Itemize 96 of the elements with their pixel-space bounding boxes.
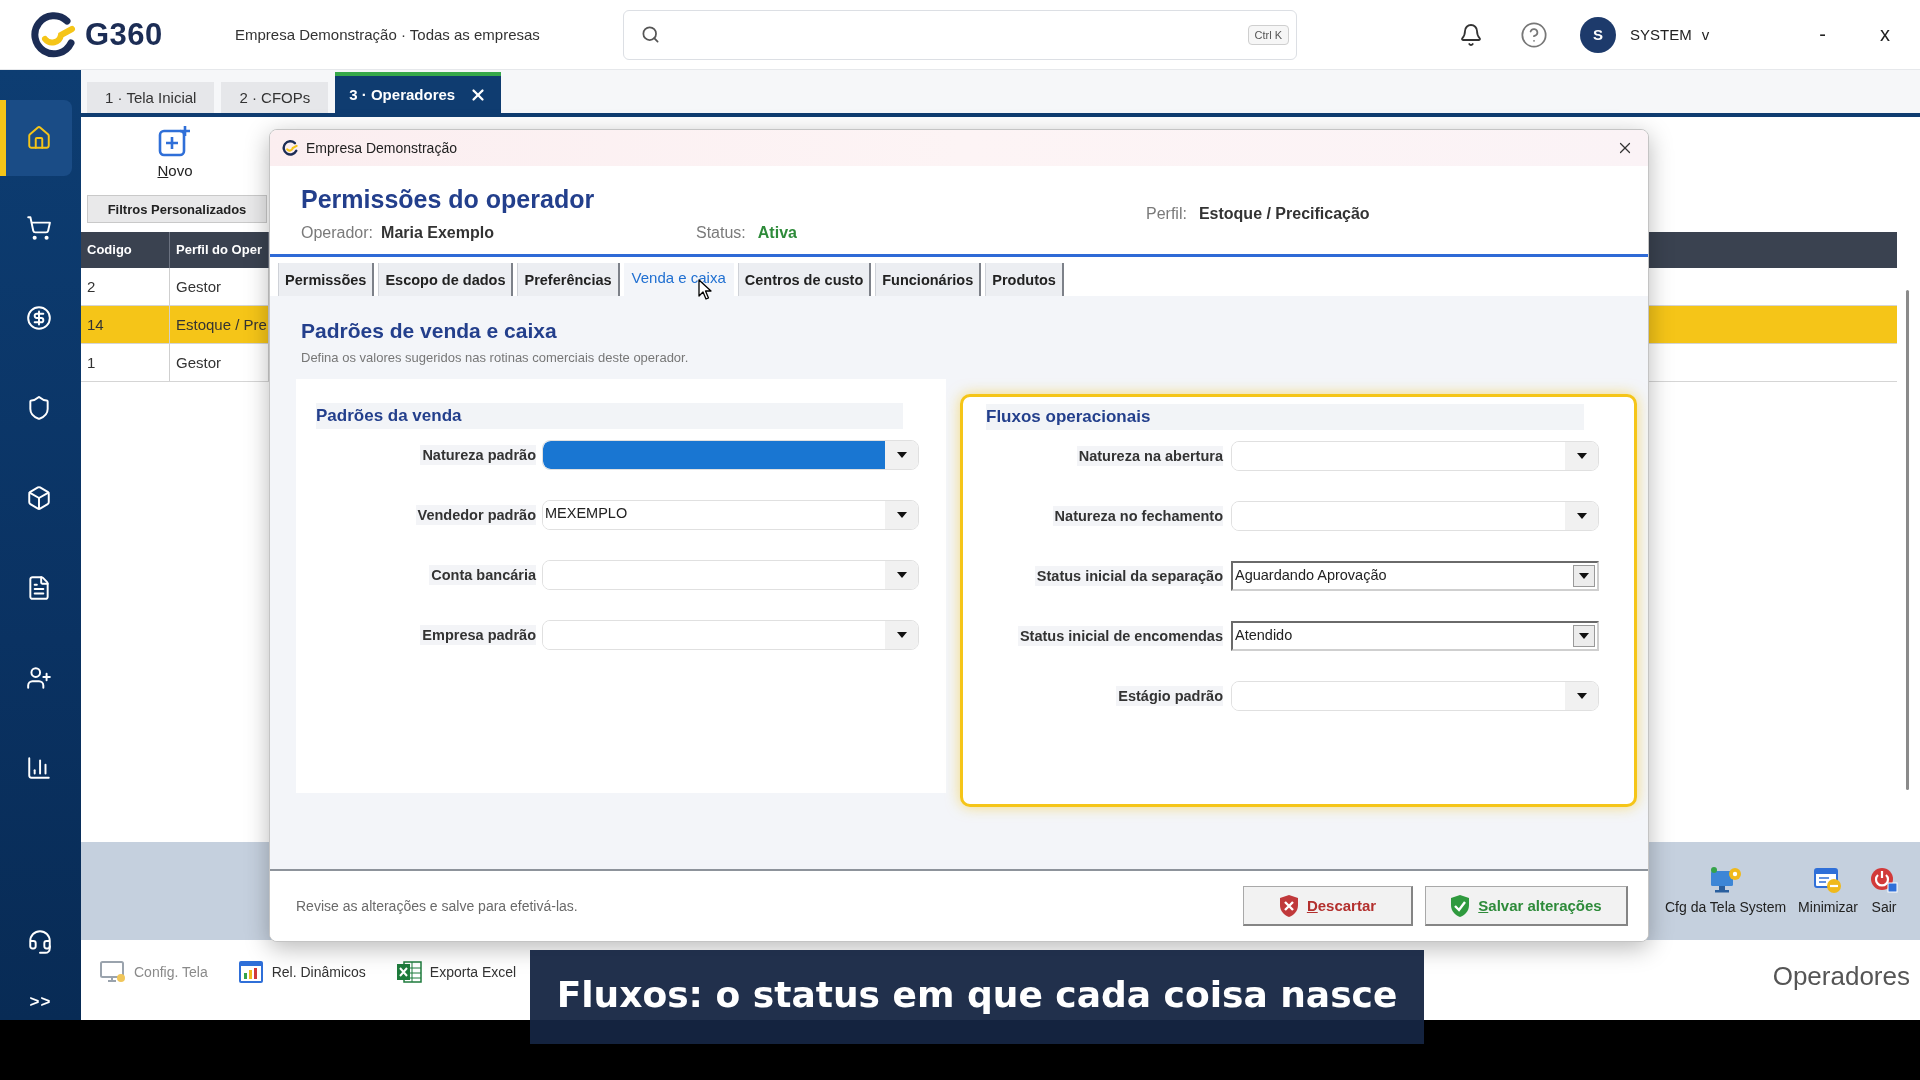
screen-title: Operadores — [1772, 960, 1910, 993]
shield-x-icon — [1278, 893, 1299, 918]
dropdown-field[interactable]: Aguardando Aprovação — [1231, 561, 1599, 591]
dropdown-caret-icon — [1576, 513, 1587, 519]
headset-icon — [27, 929, 53, 955]
tab[interactable]: Funcionários — [875, 263, 982, 296]
home-icon — [26, 125, 52, 151]
dropdown-field[interactable] — [1231, 441, 1599, 471]
field-label: Vendedor padrão — [415, 505, 536, 525]
field-label: Natureza no fechamento — [1052, 506, 1223, 526]
profile-label: Perfil: — [1146, 204, 1187, 224]
dropdown-caret-icon — [896, 512, 907, 518]
spreadsheet-icon — [395, 960, 422, 984]
logo-icon — [30, 11, 76, 58]
add-user-icon — [26, 665, 52, 691]
section-description: Defina os valores sugeridos nas rotinas comerciais deste operador. — [301, 350, 690, 366]
bar-chart-icon — [26, 755, 52, 781]
dialog-title: Empresa Demonstração — [306, 140, 457, 156]
tab[interactable]: 1 · Tela Inicial — [87, 82, 215, 113]
monitor-icon — [100, 960, 126, 984]
save-button[interactable]: Salvar alterações — [1425, 886, 1628, 926]
close-button[interactable]: x — [1878, 23, 1892, 46]
status-value: Ativa — [757, 223, 797, 243]
dropdown-caret-icon — [1579, 573, 1589, 579]
sidebar-item[interactable] — [0, 100, 72, 176]
monitor-gear-icon — [1709, 866, 1742, 894]
window-minus-icon — [1814, 866, 1843, 894]
dropdown-caret-icon — [1576, 453, 1587, 459]
operator-label: Operador: — [301, 223, 374, 243]
power-icon — [1870, 866, 1898, 894]
profile-value: Estoque / Precificação — [1198, 204, 1370, 224]
toolbar-button[interactable]: Cfg da Tela System — [1662, 866, 1789, 915]
dropdown-field[interactable]: MEXEMPLO — [542, 500, 919, 530]
tool-button[interactable]: Exporta Excel — [395, 959, 517, 985]
logo-icon — [282, 140, 298, 156]
shield-check-icon — [1450, 893, 1471, 918]
tab[interactable]: 2 · CFOPs — [221, 82, 329, 113]
field-label: Conta bancária — [429, 565, 536, 585]
dropdown-caret-icon — [1579, 633, 1589, 639]
tab[interactable]: Permissões — [278, 263, 375, 296]
section-title: Padrões de venda e caixa — [301, 318, 558, 344]
user-avatar[interactable]: S — [1580, 16, 1616, 53]
cart-icon — [26, 215, 52, 241]
tab[interactable]: Escopo de dados — [378, 263, 514, 296]
shield-icon — [26, 395, 52, 421]
search-field[interactable]: Ctrl K — [623, 9, 1297, 60]
shortcut-badge: Ctrl K — [1247, 24, 1289, 45]
dialog-heading: Permissões do operador — [301, 184, 596, 215]
minimize-button[interactable]: - — [1817, 23, 1828, 46]
scrollbar-thumb[interactable] — [1906, 290, 1909, 790]
add-icon — [158, 125, 192, 159]
tool-button[interactable]: Rel. Dinâmicos — [237, 959, 366, 985]
dropdown-field[interactable] — [1231, 501, 1599, 531]
dollar-circle-icon — [26, 305, 52, 331]
help-icon[interactable] — [1520, 20, 1548, 49]
tab[interactable]: 3 · Operadores — [335, 72, 502, 113]
bell-icon[interactable] — [1459, 22, 1483, 47]
document-icon — [26, 575, 52, 601]
operator-name: Maria Exemplo — [381, 223, 494, 243]
dropdown-caret-icon — [896, 572, 907, 578]
field-label: Natureza padrão — [420, 445, 536, 465]
field-label: Status inicial da separação — [1034, 566, 1223, 586]
filter-button[interactable]: Filtros Personalizados — [87, 195, 267, 223]
panel-title: Fluxos operacionais — [986, 404, 1584, 430]
dropdown-field[interactable] — [542, 620, 919, 650]
field-label: Estágio padrão — [1116, 686, 1223, 706]
tab[interactable]: Produtos — [985, 263, 1064, 296]
dropdown-field[interactable]: Atendido — [1231, 621, 1599, 651]
panel-title: Padrões da venda — [316, 403, 903, 429]
dropdown-field[interactable] — [1231, 681, 1599, 711]
tab[interactable]: Preferências — [517, 263, 620, 296]
dropdown-caret-icon — [896, 452, 907, 458]
user-menu-caret[interactable]: v — [1701, 26, 1710, 43]
new-button[interactable]: Novo — [130, 117, 220, 190]
tab[interactable]: Centros de custo — [737, 263, 872, 296]
expand-sidebar-button[interactable]: >> — [23, 984, 58, 1020]
search-icon — [641, 25, 660, 44]
footer-hint: Revise as alterações e salve para efetivá-las. — [296, 898, 578, 914]
video-caption: Fluxos: o status em que cada coisa nasce — [530, 950, 1424, 1044]
dropdown-field[interactable] — [542, 560, 919, 590]
field-label: Natureza na abertura — [1076, 446, 1223, 466]
toolbar-button[interactable]: Minimizar — [1796, 866, 1860, 915]
status-label: Status: — [696, 223, 746, 243]
tab[interactable]: Venda e caixa — [623, 263, 734, 296]
user-name[interactable]: SYSTEM — [1630, 26, 1692, 43]
box-icon — [26, 485, 52, 511]
dropdown-caret-icon — [896, 632, 907, 638]
chart-window-icon — [237, 960, 264, 984]
discard-button[interactable]: Descartar — [1243, 886, 1413, 926]
company-selector[interactable]: Empresa Demonstração · Todas as empresas — [235, 26, 623, 43]
field-label: Status inicial de encomendas — [1017, 626, 1223, 646]
dropdown-caret-icon — [1576, 693, 1587, 699]
field-label: Empresa padrão — [420, 625, 536, 645]
logo-text: G360 — [85, 16, 163, 53]
dropdown-field[interactable] — [542, 440, 919, 470]
toolbar-button[interactable]: Sair — [1868, 866, 1900, 915]
